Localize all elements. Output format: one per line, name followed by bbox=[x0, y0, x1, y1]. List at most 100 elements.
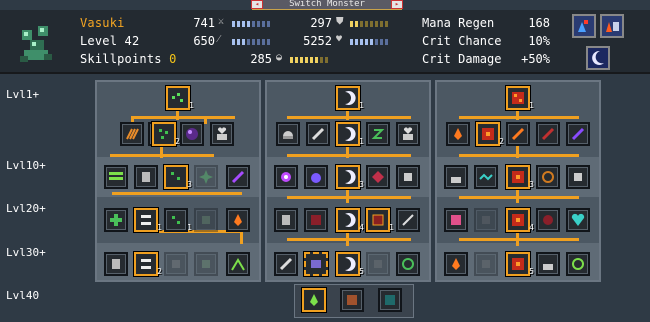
skill-toxic-field[interactable]: 3 bbox=[164, 165, 192, 189]
skill-green-gear[interactable] bbox=[566, 252, 590, 276]
skill-green-cross[interactable] bbox=[104, 208, 128, 232]
skill-red-blade[interactable] bbox=[536, 122, 560, 146]
skill-crimson-gear[interactable] bbox=[536, 208, 560, 232]
sword-guard-icon bbox=[402, 214, 414, 226]
poison-spore-icon bbox=[159, 129, 168, 139]
mana-regen-value: 168 bbox=[528, 16, 550, 30]
skill-teal-wave[interactable] bbox=[474, 165, 498, 189]
crit-damage-value: +50% bbox=[521, 52, 550, 66]
skill-golden-shield[interactable]: 1 bbox=[366, 208, 394, 232]
vine-icon bbox=[231, 258, 245, 271]
skill-flame-burst[interactable] bbox=[444, 252, 468, 276]
skill-locked-c[interactable] bbox=[366, 252, 390, 276]
skill-stone-armor[interactable] bbox=[104, 252, 128, 276]
skill-pink-rune[interactable] bbox=[444, 208, 468, 232]
skill-jaw-crush[interactable]: 2 bbox=[134, 252, 162, 276]
ultimate-teal-icon bbox=[385, 295, 395, 305]
level-label-1: Lvl1+ bbox=[6, 88, 40, 101]
switch-monster-tab[interactable]: ◂ Switch Monster ▸ bbox=[251, 0, 403, 10]
skill-locked-d[interactable] bbox=[474, 208, 498, 232]
skill-flame[interactable] bbox=[446, 122, 470, 146]
skill-heavy-armor[interactable] bbox=[134, 165, 158, 189]
skill-lunar-strike[interactable]: 3 bbox=[336, 165, 364, 189]
skill-heart-guard[interactable] bbox=[396, 122, 420, 146]
skill-green-spiral[interactable] bbox=[396, 252, 420, 276]
next-monster-icon[interactable]: ▸ bbox=[391, 0, 403, 9]
pink-rune-icon bbox=[451, 215, 461, 225]
skill-violet-blade[interactable] bbox=[566, 122, 590, 146]
skill-moon-beam[interactable]: 1 bbox=[336, 122, 364, 146]
skill-poison-root[interactable]: 1 bbox=[166, 86, 194, 110]
skill-helmet[interactable] bbox=[276, 122, 300, 146]
lunar-strike-icon bbox=[345, 170, 356, 184]
skill-fang-bite[interactable]: 1 bbox=[134, 208, 162, 232]
skill-vine-lash[interactable] bbox=[226, 252, 250, 276]
skill-fire-root[interactable]: 1 bbox=[506, 86, 534, 110]
heart-guard-icon bbox=[403, 127, 413, 140]
skill-fire-heart-shield[interactable] bbox=[536, 252, 560, 276]
jaw-icon bbox=[141, 259, 151, 269]
skill-green-wave[interactable] bbox=[104, 165, 128, 189]
skill-moon-root[interactable]: 1 bbox=[336, 86, 364, 110]
skill-blade-dance[interactable] bbox=[274, 252, 298, 276]
skill-purple-wolf[interactable] bbox=[304, 252, 328, 276]
locked-b-icon bbox=[202, 260, 210, 268]
skill-blood-shield[interactable] bbox=[366, 165, 390, 189]
skill-locked-a[interactable] bbox=[164, 252, 188, 276]
skill-ember[interactable]: 2 bbox=[476, 122, 504, 146]
skill-blaze[interactable]: 4 bbox=[506, 208, 534, 232]
water-fire-element-icon[interactable] bbox=[572, 14, 596, 38]
skill-spore-cloud[interactable]: 1 bbox=[164, 208, 192, 232]
fire-burst-icon bbox=[234, 214, 242, 226]
skill-ward[interactable] bbox=[396, 165, 420, 189]
flame-burst-icon bbox=[452, 258, 460, 270]
red-blade-icon bbox=[541, 127, 555, 141]
skill-poison-spread[interactable]: 2 bbox=[152, 122, 180, 146]
gear-icon bbox=[542, 171, 554, 183]
skill-sword-guard[interactable] bbox=[396, 208, 420, 232]
skill-hellfire[interactable]: 5 bbox=[506, 252, 534, 276]
skill-inferno[interactable]: 3 bbox=[506, 165, 534, 189]
skill-slash[interactable] bbox=[306, 122, 330, 146]
skill-moon-storm[interactable]: 5 bbox=[336, 252, 364, 276]
fire-shield-element-icon[interactable] bbox=[600, 14, 624, 38]
level-label-10: Lvl10+ bbox=[6, 159, 46, 172]
flame-icon bbox=[454, 128, 462, 140]
skill-teal-heart[interactable] bbox=[566, 208, 590, 232]
mana-pot-icon: ◒ bbox=[276, 52, 283, 63]
skill-ultimate-teal[interactable] bbox=[378, 288, 402, 312]
moon-shard-icon bbox=[345, 213, 356, 227]
skill-fire-burst[interactable] bbox=[226, 208, 250, 232]
level-label-20: Lvl20+ bbox=[6, 202, 46, 215]
skill-green-rune[interactable] bbox=[366, 122, 390, 146]
skill-green-burst[interactable] bbox=[194, 165, 218, 189]
health-value: 5252 bbox=[303, 34, 332, 48]
sword-icon: ⚔ bbox=[218, 16, 225, 27]
skill-ultimate-poison[interactable] bbox=[302, 288, 326, 312]
ward-icon bbox=[404, 173, 412, 181]
skill-dark-mask[interactable] bbox=[304, 208, 328, 232]
skill-moon-shard[interactable]: 4 bbox=[336, 208, 364, 232]
skill-mana-potion[interactable] bbox=[304, 165, 328, 189]
health-bar bbox=[350, 39, 388, 45]
skill-dark-orb[interactable] bbox=[180, 122, 204, 146]
skill-fire-heart[interactable] bbox=[444, 165, 468, 189]
skill-locked-e[interactable] bbox=[474, 252, 498, 276]
moon-element-icon[interactable] bbox=[586, 46, 610, 70]
vasuki-portrait[interactable] bbox=[14, 22, 58, 66]
skill-fire-ward[interactable] bbox=[566, 165, 590, 189]
skill-fire-slash[interactable] bbox=[506, 122, 530, 146]
skill-claw-strike[interactable] bbox=[120, 122, 144, 146]
skill-purple-eye[interactable] bbox=[274, 165, 298, 189]
leaf-icon bbox=[202, 216, 210, 224]
skill-gear[interactable] bbox=[536, 165, 560, 189]
skill-locked-b[interactable] bbox=[194, 252, 218, 276]
skill-heart-shield[interactable] bbox=[210, 122, 234, 146]
previous-monster-icon[interactable]: ◂ bbox=[251, 0, 263, 9]
spore-cloud-icon bbox=[172, 216, 180, 224]
dark-orb-icon bbox=[186, 128, 198, 140]
skill-locked-green[interactable] bbox=[194, 208, 218, 232]
skill-purple-blade[interactable] bbox=[226, 165, 250, 189]
skill-ultimate-earth[interactable] bbox=[340, 288, 364, 312]
skill-iron-guard[interactable] bbox=[274, 208, 298, 232]
